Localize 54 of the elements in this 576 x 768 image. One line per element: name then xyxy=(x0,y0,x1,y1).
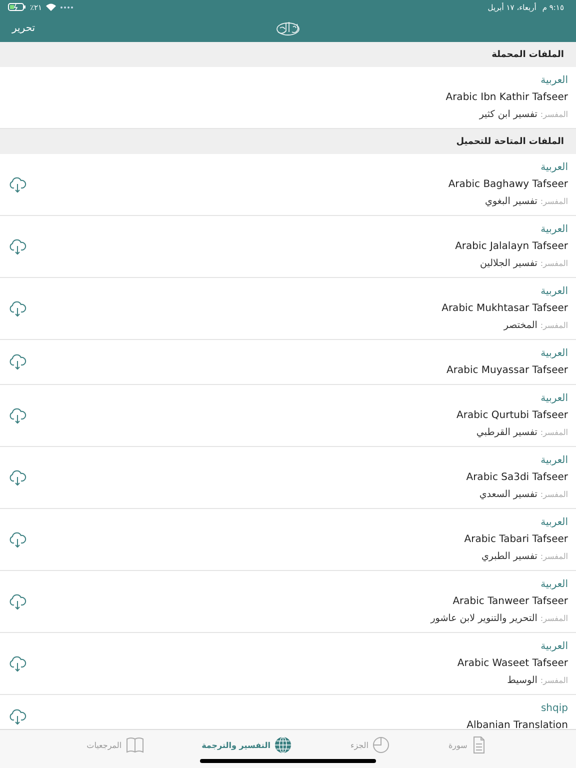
edit-button[interactable]: تحرير xyxy=(10,20,38,36)
tafseer-title: Arabic Muyassar Tafseer xyxy=(446,365,568,376)
commentator-line: المفسر: تفسير البغوي xyxy=(485,196,568,207)
commentator-line: المفسر: تفسير ابن كثير xyxy=(479,109,568,120)
commentator-line: المفسر: تفسير القرطبي xyxy=(476,427,568,438)
tafseer-title: Albanian Translation xyxy=(466,720,568,729)
tafseer-title: Arabic Baghawy Tafseer xyxy=(448,179,568,190)
open-book-icon xyxy=(126,736,144,754)
commentator-line: المفسر: التحرير والتنوير لابن عاشور xyxy=(430,613,568,624)
language-label: العربية xyxy=(540,579,568,590)
globe-icon xyxy=(274,736,292,754)
tafseer-title: Arabic Tabari Tafseer xyxy=(464,534,568,545)
cloud-download-icon[interactable] xyxy=(8,470,27,486)
tafseer-title: Arabic Ibn Kathir Tafseer xyxy=(446,92,568,103)
language-label: العربية xyxy=(540,75,568,86)
language-label: العربية xyxy=(540,162,568,173)
pie-chart-icon xyxy=(372,736,390,754)
tafseer-title: Arabic Jalalayn Tafseer xyxy=(455,241,568,252)
section-header: الملفات المتاحة للتحميل xyxy=(456,136,564,146)
language-label: العربية xyxy=(540,455,568,466)
language-label: العربية xyxy=(540,286,568,297)
cloud-download-icon[interactable] xyxy=(8,354,27,370)
language-label: العربية xyxy=(540,224,568,235)
tafseer-title: Arabic Mukhtasar Tafseer xyxy=(442,303,568,314)
language-label: shqip xyxy=(540,703,568,714)
cloud-download-icon[interactable] xyxy=(8,300,27,316)
tab-button[interactable]: سورة xyxy=(448,736,490,754)
commentator-line: المفسر: الوسيط xyxy=(507,675,568,686)
cloud-download-icon[interactable] xyxy=(8,709,27,725)
cloud-download-icon[interactable] xyxy=(8,594,27,610)
tafseer-title: Arabic Sa3di Tafseer xyxy=(466,472,568,483)
language-label: العربية xyxy=(540,393,568,404)
tafseer-title: Arabic Waseet Tafseer xyxy=(457,658,568,669)
section-header: الملفات المحملة xyxy=(492,50,564,60)
tab-button[interactable]: الجزء xyxy=(350,736,390,754)
commentator-line: المفسر: المختصر xyxy=(504,320,568,331)
tab-button[interactable]: التفسير والترجمة xyxy=(202,736,292,754)
cloud-download-icon[interactable] xyxy=(8,238,27,254)
battery-icon xyxy=(8,3,26,11)
tab-button[interactable]: المرجعيات xyxy=(86,736,144,754)
cloud-download-icon[interactable] xyxy=(8,408,27,424)
commentator-line: المفسر: تفسير الجلالين xyxy=(480,258,568,269)
language-label: العربية xyxy=(540,517,568,528)
wifi-icon xyxy=(46,3,56,11)
cloud-download-icon[interactable] xyxy=(8,532,27,548)
commentator-line: المفسر: تفسير السعدي xyxy=(479,489,568,500)
tafseer-title: Arabic Tanweer Tafseer xyxy=(452,596,568,607)
cloud-download-icon[interactable] xyxy=(8,656,27,672)
cloud-download-icon[interactable] xyxy=(8,176,27,192)
commentator-line: المفسر: تفسير الطبري xyxy=(481,551,568,562)
language-label: العربية xyxy=(540,348,568,359)
calligraphy-logo-icon xyxy=(276,20,300,36)
language-label: العربية xyxy=(540,641,568,652)
tafseer-title: Arabic Qurtubi Tafseer xyxy=(456,410,568,421)
